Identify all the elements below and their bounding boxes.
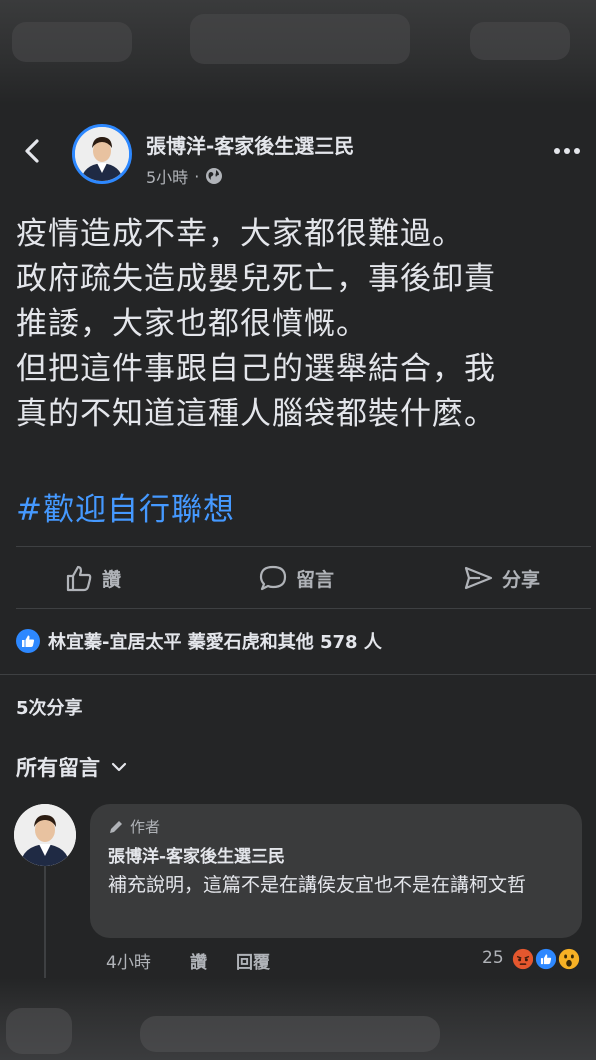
comment-filter-dropdown[interactable]: 所有留言 [16,752,128,782]
hashtag-link[interactable]: #歡迎自行聯想 [16,484,235,529]
post-line: 推諉，大家也都很憤慨。 [16,306,368,342]
globe-icon [206,168,223,184]
comment-footer: 4小時 讚 回覆 25 [106,946,592,973]
post-actions: 讚 留言 分享 [0,548,596,608]
blurred-background-top [0,0,596,104]
comment-reply-button[interactable]: 回覆 [236,948,270,973]
author-avatar[interactable] [72,124,132,184]
post-line: 疫情造成不幸，大家都很難過。 [16,216,464,252]
comment-reaction-count[interactable]: 25 [482,948,504,968]
divider [16,546,591,547]
comment-label: 留言 [296,568,335,591]
author-badge: 作者 [108,816,160,837]
chevron-down-icon [111,762,127,772]
post-time[interactable]: 5小時 [146,164,188,188]
reactions-summary[interactable]: 林宜蓁-宜居太平 蓁愛石虎和其他 578 人 [16,628,382,654]
comment-time[interactable]: 4小時 [106,948,151,973]
share-button[interactable]: 分享 [462,548,540,608]
post-line: 真的不知道這種人腦袋都裝什麼。 [16,396,496,432]
wow-icon [556,946,582,972]
comment-bubble: 作者 張博洋-客家後生選三民 補充說明，這篇不是在講侯友宜也不是在講柯文哲 [90,804,582,938]
divider [16,608,591,609]
comment-button[interactable]: 留言 [258,548,334,608]
blurred-background-bottom [0,978,596,1060]
like-label: 讚 [102,568,122,591]
shares-count[interactable]: 5次分享 [16,694,83,720]
share-icon [464,566,493,590]
post-meta: 5小時 · [146,164,223,188]
comment-text: 補充說明，這篇不是在講侯友宜也不是在講柯文哲 [108,874,527,896]
back-arrow-icon[interactable] [18,136,48,166]
commenter-avatar[interactable] [14,804,76,866]
like-button[interactable]: 讚 [64,548,121,608]
meta-separator: · [194,166,200,186]
comment-reactions[interactable] [510,946,582,972]
post-body: 疫情造成不幸，大家都很難過。 政府疏失造成嬰兒死亡，事後卸責 推諉，大家也都很憤… [16,212,591,437]
post-header: 張博洋-客家後生選三民 5小時 · [0,104,596,194]
reactions-text: 林宜蓁-宜居太平 蓁愛石虎和其他 578 人 [48,632,382,653]
pencil-icon [110,820,122,833]
comment-like-button[interactable]: 讚 [190,948,207,973]
divider [0,674,596,675]
comment-filter-label: 所有留言 [16,756,100,780]
author-badge-label: 作者 [130,818,161,836]
post-line: 但把這件事跟自己的選舉結合，我 [16,351,496,387]
thread-line [44,866,46,978]
like-reaction-icon [16,629,40,653]
more-options-icon[interactable] [552,144,582,158]
post-line: 政府疏失造成嬰兒死亡，事後卸責 [16,261,496,297]
share-label: 分享 [502,568,541,591]
author-name[interactable]: 張博洋-客家後生選三民 [146,130,354,159]
thumbs-up-icon [66,565,92,592]
comment-author[interactable]: 張博洋-客家後生選三民 [108,842,285,867]
comment-icon [259,565,287,591]
